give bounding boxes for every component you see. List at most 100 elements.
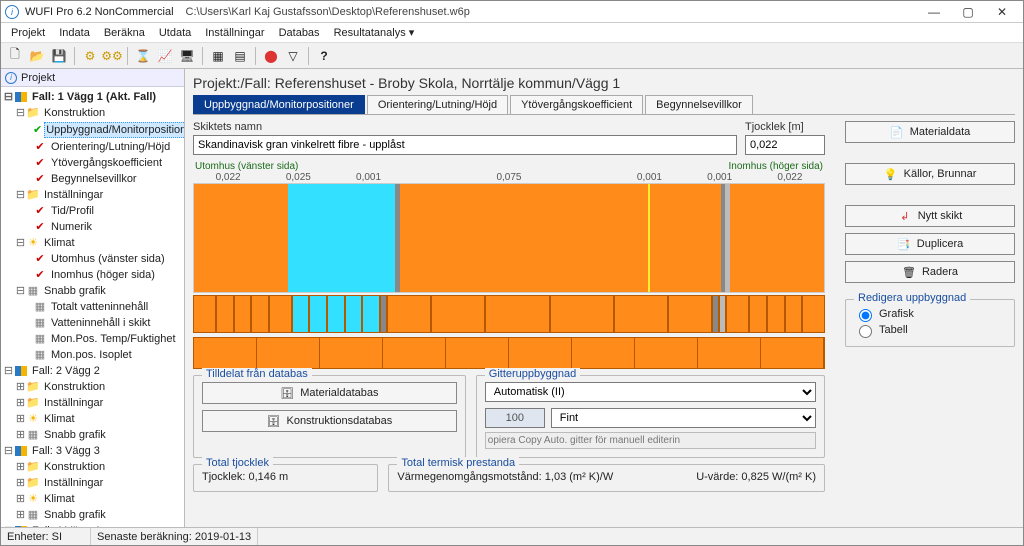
- menu-installningar[interactable]: Inställningar: [199, 25, 270, 41]
- tree-inomhus[interactable]: ✔Inomhus (höger sida): [1, 267, 184, 283]
- thickness-label: Tjocklek [m]: [745, 121, 825, 133]
- tree-monpos[interactable]: ▦Mon.Pos. Temp/Fuktighet: [1, 331, 184, 347]
- tree-uppbyggnad[interactable]: ✔Uppbyggnad/Monitorpositioner: [1, 121, 184, 139]
- toolbar-help-icon[interactable]: ?: [314, 46, 334, 66]
- toolbar-new-icon[interactable]: 🗋: [5, 46, 25, 66]
- tree-c2-snabb[interactable]: ⊞▦Snabb grafik: [1, 427, 184, 443]
- materialdata-button[interactable]: 📄Materialdata: [845, 121, 1015, 143]
- tab-orientering[interactable]: Orientering/Lutning/Höjd: [367, 95, 508, 114]
- tree-totalt[interactable]: ▦Totalt vatteninnehåll: [1, 299, 184, 315]
- toolbar-runall-icon[interactable]: ⚙⚙: [102, 46, 122, 66]
- menu-utdata[interactable]: Utdata: [153, 25, 197, 41]
- tree-snabb-1[interactable]: ⊟▦Snabb grafik: [1, 283, 184, 299]
- db-group-legend: Tilldelat från databas: [202, 368, 312, 380]
- titlebar: WUFI Pro 6.2 NonCommercial C:\Users\Karl…: [1, 1, 1023, 23]
- grid-group-legend: Gitteruppbyggnad: [485, 368, 580, 380]
- project-tree[interactable]: ⊟Fall: 1 Vägg 1 (Akt. Fall) ⊟📁Konstrukti…: [1, 87, 184, 527]
- tree-case-1[interactable]: ⊟Fall: 1 Vägg 1 (Akt. Fall): [1, 89, 184, 105]
- grid-diagram[interactable]: /*cells drawn statically*/: [193, 295, 825, 333]
- r-value: Värmegenomgångsmotstånd: 1,03 (m² K)/W: [397, 471, 613, 483]
- tree-c2-klimat[interactable]: ⊞☀Klimat: [1, 411, 184, 427]
- tree-installningar-1[interactable]: ⊟📁Inställningar: [1, 187, 184, 203]
- konstruktionsdatabas-button[interactable]: 🗄Konstruktionsdatabas: [202, 410, 457, 432]
- status-units: Enheter: SI: [1, 528, 91, 545]
- toolbar-grid-icon[interactable]: ▤: [230, 46, 250, 66]
- radio-tabell[interactable]: Tabell: [854, 322, 1006, 338]
- layer-diagram[interactable]: [193, 183, 825, 293]
- radera-button[interactable]: 🗑Radera: [845, 261, 1015, 283]
- tree-isoplet[interactable]: ▦Mon.pos. Isoplet: [1, 347, 184, 363]
- toolbar-table-icon[interactable]: ▦: [208, 46, 228, 66]
- page-icon: 📄: [890, 126, 904, 139]
- toolbar-monitor-icon[interactable]: 🖥: [177, 46, 197, 66]
- materialdatabas-button[interactable]: 🗄Materialdatabas: [202, 382, 457, 404]
- nytt-skikt-button[interactable]: ↲Nytt skikt: [845, 205, 1015, 227]
- toolbar-hourglass-icon[interactable]: ⌛: [133, 46, 153, 66]
- tree-ytovergang[interactable]: ✔Ytövergångskoefficient: [1, 155, 184, 171]
- grid-fineness-select[interactable]: Fint: [551, 408, 816, 428]
- tree-header-icon: [5, 72, 17, 84]
- tree-vatten[interactable]: ▦Vatteninnehåll i skikt: [1, 315, 184, 331]
- menu-indata[interactable]: Indata: [53, 25, 96, 41]
- db-icon: 🗄: [266, 415, 280, 428]
- menubar: Projekt Indata Beräkna Utdata Inställnin…: [1, 23, 1023, 43]
- tree-case-3[interactable]: ⊟Fall: 3 Vägg 3: [1, 443, 184, 459]
- auto-grid-select[interactable]: Automatisk (II): [485, 382, 816, 402]
- window-close-button[interactable]: ✕: [985, 2, 1019, 22]
- menu-resultatanalys[interactable]: Resultatanalys ▾: [328, 24, 421, 41]
- tree-konstruktion-1[interactable]: ⊟📁Konstruktion: [1, 105, 184, 121]
- tree-c3-snabb[interactable]: ⊞▦Snabb grafik: [1, 507, 184, 523]
- toolbar-stop-icon[interactable]: ⬤: [261, 46, 281, 66]
- tree-c3-klimat[interactable]: ⊞☀Klimat: [1, 491, 184, 507]
- tree-klimat-1[interactable]: ⊟☀Klimat: [1, 235, 184, 251]
- toolbar-chart-icon[interactable]: 📈: [155, 46, 175, 66]
- tab-ytovergang[interactable]: Ytövergångskoefficient: [510, 95, 643, 114]
- tabs: Uppbyggnad/Monitorpositioner Orientering…: [193, 95, 1015, 115]
- tree-case-2[interactable]: ⊟Fall: 2 Vägg 2: [1, 363, 184, 379]
- outside-label: Utomhus (vänster sida): [195, 161, 298, 172]
- window-minimize-button[interactable]: —: [917, 2, 951, 22]
- toolbar-run-icon[interactable]: ⚙: [80, 46, 100, 66]
- menu-projekt[interactable]: Projekt: [5, 25, 51, 41]
- duplicera-button[interactable]: 📑Duplicera: [845, 233, 1015, 255]
- toolbar-open-icon[interactable]: 📂: [27, 46, 47, 66]
- tree-c2-konstruktion[interactable]: ⊞📁Konstruktion: [1, 379, 184, 395]
- db-icon: 🗄: [280, 387, 294, 400]
- u-value: U-värde: 0,825 W/(m² K): [696, 471, 816, 483]
- app-icon: [5, 5, 19, 19]
- redigera-legend: Redigera uppbyggnad: [854, 292, 970, 304]
- status-last-calc: Senaste beräkning: 2019-01-13: [91, 528, 258, 545]
- copy-icon: 📑: [897, 238, 911, 251]
- tree-c3-konstruktion[interactable]: ⊞📁Konstruktion: [1, 459, 184, 475]
- tree-orientering[interactable]: ✔Orientering/Lutning/Höjd: [1, 139, 184, 155]
- scale-row: 0,0220,0250,0010,0750,0010,0010,022: [193, 172, 825, 183]
- layer-name-input[interactable]: [193, 135, 737, 155]
- grid-hint: opiera Copy Auto. gitter för manuell edi…: [485, 432, 816, 449]
- app-window: WUFI Pro 6.2 NonCommercial C:\Users\Karl…: [0, 0, 1024, 546]
- tree-begynnelse[interactable]: ✔Begynnelsevillkor: [1, 171, 184, 187]
- toolbar-dropdown-icon[interactable]: ▽: [283, 46, 303, 66]
- toolbar-save-icon[interactable]: 💾: [49, 46, 69, 66]
- tree-c3-installningar[interactable]: ⊞📁Inställningar: [1, 475, 184, 491]
- radio-grafisk[interactable]: Grafisk: [854, 306, 1006, 322]
- tree-numerik[interactable]: ✔Numerik: [1, 219, 184, 235]
- tree-utomhus[interactable]: ✔Utomhus (vänster sida): [1, 251, 184, 267]
- menu-berakna[interactable]: Beräkna: [98, 25, 151, 41]
- project-tree-panel: Projekt ⊟Fall: 1 Vägg 1 (Akt. Fall) ⊟📁Ko…: [1, 69, 185, 527]
- tree-tidprofil[interactable]: ✔Tid/Profil: [1, 203, 184, 219]
- tree-c2-installningar[interactable]: ⊞📁Inställningar: [1, 395, 184, 411]
- thickness-input[interactable]: [745, 135, 825, 155]
- kallor-button[interactable]: 💡Källor, Brunnar: [845, 163, 1015, 185]
- trash-icon: 🗑: [902, 266, 916, 279]
- file-path: C:\Users\Karl Kaj Gustafsson\Desktop\Ref…: [186, 6, 470, 18]
- monitor-band[interactable]: [193, 337, 825, 369]
- tree-header-label: Projekt: [21, 72, 55, 84]
- menu-databas[interactable]: Databas: [273, 25, 326, 41]
- tab-begynnelse[interactable]: Begynnelsevillkor: [645, 95, 753, 114]
- grid-count-input: [485, 408, 545, 428]
- total-term-legend: Total termisk prestanda: [397, 457, 519, 469]
- window-maximize-button[interactable]: ▢: [951, 2, 985, 22]
- tab-uppbyggnad[interactable]: Uppbyggnad/Monitorpositioner: [193, 95, 365, 114]
- inside-label: Inomhus (höger sida): [729, 161, 824, 172]
- content-panel: Projekt:/Fall: Referenshuset - Broby Sko…: [185, 69, 1023, 527]
